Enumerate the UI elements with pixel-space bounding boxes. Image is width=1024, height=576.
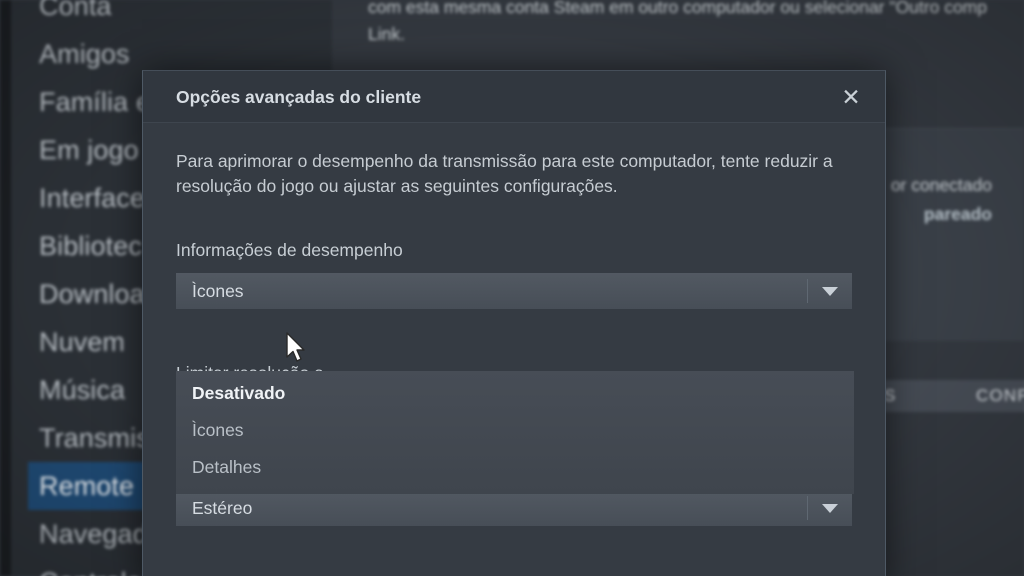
sidebar-item-label: Amigos xyxy=(39,39,130,69)
close-icon[interactable]: ✕ xyxy=(836,82,866,112)
performance-info-value: Ìcones xyxy=(192,280,244,301)
select-separator xyxy=(807,279,808,303)
steam-settings-screen: Conta Amigos Família e Em jogo Interface… xyxy=(0,0,1024,576)
dropdown-option-detalhes[interactable]: Detalhes xyxy=(176,449,854,486)
dialog-description: Para aprimorar o desempenho da transmiss… xyxy=(176,151,833,196)
configure-button[interactable]: CONFIG xyxy=(948,380,1024,412)
sidebar-item-label: Controle xyxy=(39,567,142,576)
sidebar-item-label: Família e xyxy=(39,87,151,117)
remote-play-description: com esta mesma conta Steam em outro comp… xyxy=(368,0,1024,48)
sidebar-item-label: Interface xyxy=(39,183,145,213)
sidebar-item-label: Bibliotec xyxy=(39,231,142,261)
chevron-down-icon xyxy=(822,504,838,513)
sidebar-item-label: Downloa xyxy=(39,279,145,309)
sidebar-item-conta[interactable]: Conta xyxy=(11,0,332,30)
dialog-title: Opções avançadas do cliente xyxy=(176,87,422,107)
sidebar-item-label: Remote xyxy=(39,471,135,501)
sidebar-item-label: Nuvem xyxy=(39,327,126,357)
performance-info-dropdown-list[interactable]: Desativado Ìcones Detalhes xyxy=(176,371,854,494)
sidebar-item-label: Em jogo xyxy=(39,135,139,165)
speaker-layout-select[interactable]: Estéreo xyxy=(176,490,852,526)
device-status-paired: pareado xyxy=(923,204,992,224)
sidebar-item-label: Música xyxy=(39,375,126,405)
dialog-titlebar: Opções avançadas do cliente ✕ xyxy=(143,71,885,123)
dropdown-overlap-spacer xyxy=(176,309,852,363)
sidebar-item-label: Navegad xyxy=(39,519,148,549)
description-line-1: com esta mesma conta Steam em outro comp… xyxy=(368,0,987,17)
sidebar-item-label: Transmis xyxy=(39,423,150,453)
device-status-connected: or conectado xyxy=(890,175,992,195)
sidebar-item-label: Conta xyxy=(39,0,112,21)
advanced-client-options-dialog: Opções avançadas do cliente ✕ Para aprim… xyxy=(142,70,886,576)
dropdown-option-icones[interactable]: Ìcones xyxy=(176,412,854,449)
chevron-down-icon xyxy=(822,287,838,296)
speaker-layout-value: Estéreo xyxy=(192,497,253,518)
performance-info-select[interactable]: Ìcones xyxy=(176,273,852,309)
window-left-edge xyxy=(0,0,11,576)
dropdown-option-desativado[interactable]: Desativado xyxy=(176,375,854,412)
description-line-2: Link. xyxy=(368,24,405,44)
select-separator xyxy=(807,496,808,520)
performance-info-label: Informações de desempenho xyxy=(176,240,403,260)
